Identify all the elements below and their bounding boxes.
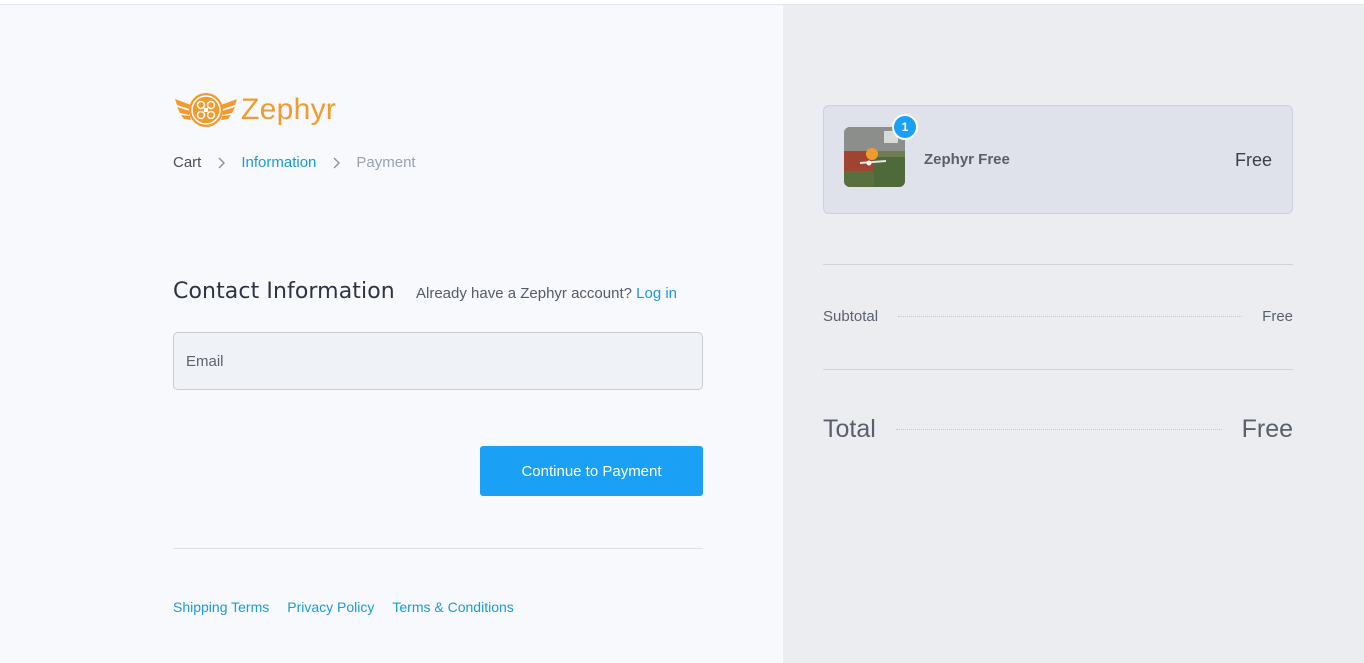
brand-name: Zephyr [241,93,337,126]
dotted-leader [895,429,1222,430]
product-name: Zephyr Free [924,151,1010,168]
quantity-badge: 1 [892,114,918,140]
checkout-main-panel: Zephyr Cart Information Payment Contact … [0,5,783,663]
brand-logo[interactable]: Zephyr [173,85,336,135]
privacy-policy-link[interactable]: Privacy Policy [287,599,374,615]
email-field[interactable] [173,332,703,390]
terms-conditions-link[interactable]: Terms & Conditions [392,599,513,615]
breadcrumb-information: Information [241,154,317,171]
cart-item: 1 Zephyr Free Free [823,105,1293,214]
chevron-right-icon [218,157,226,168]
summary-divider [823,264,1293,265]
zephyr-drone-logo-icon [175,93,237,127]
login-link[interactable]: Log in [636,285,677,302]
footer-links: Shipping Terms Privacy Policy Terms & Co… [173,599,532,615]
total-label: Total [823,415,876,443]
product-price: Free [1234,150,1272,170]
order-summary-panel: 1 Zephyr Free Free Subtotal Free Total F… [783,5,1364,663]
subtotal-row: Subtotal Free [823,308,1293,325]
total-value: Free [1241,415,1293,443]
dotted-leader [898,316,1243,317]
contact-information-heading: Contact Information [173,279,395,304]
breadcrumb-payment: Payment [356,154,416,171]
breadcrumb-cart[interactable]: Cart [173,154,201,171]
breadcrumb: Cart Information Payment [173,154,416,171]
total-row: Total Free [823,415,1293,444]
summary-divider [823,369,1293,370]
subtotal-value: Free [1262,308,1293,325]
chevron-right-icon [333,157,341,168]
account-prompt-text: Already have a Zephyr account? [416,285,632,302]
subtotal-label: Subtotal [823,308,879,325]
shipping-terms-link[interactable]: Shipping Terms [173,599,269,615]
account-prompt: Already have a Zephyr account? Log in [416,285,677,302]
continue-to-payment-button[interactable]: Continue to Payment [480,446,703,496]
footer-divider [173,548,703,549]
